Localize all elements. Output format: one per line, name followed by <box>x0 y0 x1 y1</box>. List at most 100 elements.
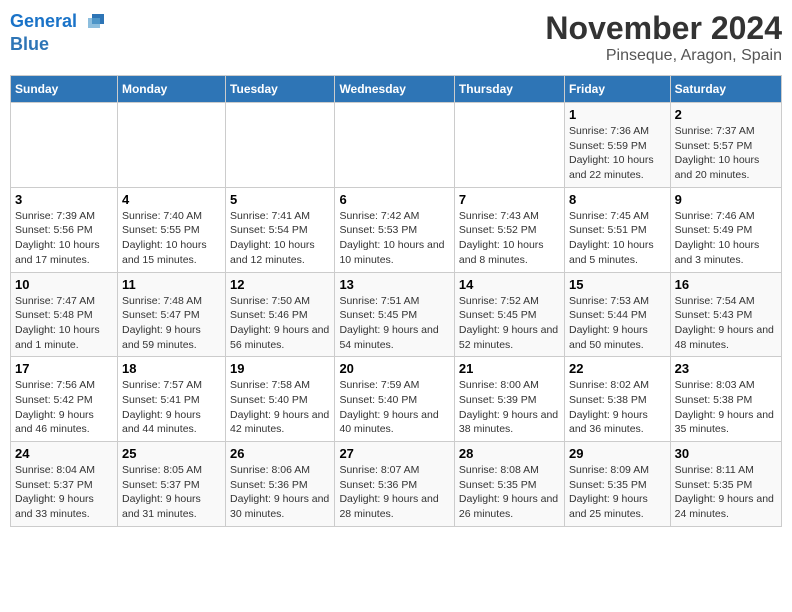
calendar-cell: 29 Sunrise: 8:09 AMSunset: 5:35 PMDayligh… <box>565 442 671 527</box>
calendar-cell: 13 Sunrise: 7:51 AMSunset: 5:45 PMDayligh… <box>335 272 454 357</box>
day-number: 30 <box>675 446 777 461</box>
day-number: 28 <box>459 446 560 461</box>
header-tuesday: Tuesday <box>226 76 335 103</box>
day-number: 22 <box>569 361 666 376</box>
calendar-cell: 10Sunrise: 7:47 AMSunset: 5:48 PMDayligh… <box>11 272 118 357</box>
day-number: 26 <box>230 446 330 461</box>
day-info: Sunrise: 7:36 AMSunset: 5:59 PMDaylight:… <box>569 124 666 183</box>
day-info: Sunrise: 8:08 AMSunset: 5:35 PMDaylight:… <box>459 463 560 522</box>
day-number: 12 <box>230 277 330 292</box>
day-number: 24 <box>15 446 113 461</box>
calendar-cell: 4 Sunrise: 7:40 AMSunset: 5:55 PMDaylight… <box>117 187 225 272</box>
day-number: 27 <box>339 446 449 461</box>
day-info: Sunrise: 7:46 AMSunset: 5:49 PMDaylight:… <box>675 209 777 268</box>
day-number: 19 <box>230 361 330 376</box>
calendar-cell <box>226 103 335 188</box>
day-number: 10 <box>15 277 113 292</box>
day-number: 5 <box>230 192 330 207</box>
day-info: Sunrise: 7:48 AMSunset: 5:47 PMDaylight:… <box>122 294 221 353</box>
logo-text: General <box>10 10 108 34</box>
day-number: 1 <box>569 107 666 122</box>
calendar-cell: 30 Sunrise: 8:11 AMSunset: 5:35 PMDayligh… <box>670 442 781 527</box>
calendar-week-2: 3 Sunrise: 7:39 AMSunset: 5:56 PMDaylight… <box>11 187 782 272</box>
day-number: 18 <box>122 361 221 376</box>
calendar-week-3: 10Sunrise: 7:47 AMSunset: 5:48 PMDayligh… <box>11 272 782 357</box>
day-number: 14 <box>459 277 560 292</box>
calendar-cell: 20Sunrise: 7:59 AMSunset: 5:40 PMDayligh… <box>335 357 454 442</box>
header-wednesday: Wednesday <box>335 76 454 103</box>
page-header: General Blue November 2024 Pinseque, Ara… <box>10 10 782 65</box>
day-number: 15 <box>569 277 666 292</box>
calendar-cell: 1 Sunrise: 7:36 AMSunset: 5:59 PMDaylight… <box>565 103 671 188</box>
day-number: 8 <box>569 192 666 207</box>
calendar-week-4: 17Sunrise: 7:56 AMSunset: 5:42 PMDayligh… <box>11 357 782 442</box>
day-info: Sunrise: 8:09 AMSunset: 5:35 PMDaylight:… <box>569 463 666 522</box>
calendar-cell: 2 Sunrise: 7:37 AMSunset: 5:57 PMDaylight… <box>670 103 781 188</box>
calendar-cell <box>454 103 564 188</box>
day-info: Sunrise: 7:53 AMSunset: 5:44 PMDaylight:… <box>569 294 666 353</box>
calendar-cell <box>117 103 225 188</box>
calendar-cell: 12 Sunrise: 7:50 AMSunset: 5:46 PMDayligh… <box>226 272 335 357</box>
calendar-cell: 21 Sunrise: 8:00 AMSunset: 5:39 PMDayligh… <box>454 357 564 442</box>
day-info: Sunrise: 7:45 AMSunset: 5:51 PMDaylight:… <box>569 209 666 268</box>
calendar-cell: 25 Sunrise: 8:05 AMSunset: 5:37 PMDayligh… <box>117 442 225 527</box>
day-number: 21 <box>459 361 560 376</box>
day-info: Sunrise: 8:06 AMSunset: 5:36 PMDaylight:… <box>230 463 330 522</box>
day-number: 16 <box>675 277 777 292</box>
day-info: Sunrise: 7:40 AMSunset: 5:55 PMDaylight:… <box>122 209 221 268</box>
day-info: Sunrise: 8:07 AMSunset: 5:36 PMDaylight:… <box>339 463 449 522</box>
day-info: Sunrise: 7:54 AMSunset: 5:43 PMDaylight:… <box>675 294 777 353</box>
day-number: 23 <box>675 361 777 376</box>
day-number: 25 <box>122 446 221 461</box>
day-number: 2 <box>675 107 777 122</box>
day-info: Sunrise: 7:42 AMSunset: 5:53 PMDaylight:… <box>339 209 449 268</box>
logo-icon <box>84 10 108 34</box>
header-friday: Friday <box>565 76 671 103</box>
calendar-cell: 14Sunrise: 7:52 AMSunset: 5:45 PMDayligh… <box>454 272 564 357</box>
calendar-cell: 6 Sunrise: 7:42 AMSunset: 5:53 PMDaylight… <box>335 187 454 272</box>
day-number: 11 <box>122 277 221 292</box>
day-number: 7 <box>459 192 560 207</box>
month-title: November 2024 <box>545 10 782 47</box>
day-number: 9 <box>675 192 777 207</box>
logo: General Blue <box>10 10 108 55</box>
calendar-cell: 19 Sunrise: 7:58 AMSunset: 5:40 PMDayligh… <box>226 357 335 442</box>
day-info: Sunrise: 7:37 AMSunset: 5:57 PMDaylight:… <box>675 124 777 183</box>
calendar-cell: 17Sunrise: 7:56 AMSunset: 5:42 PMDayligh… <box>11 357 118 442</box>
day-info: Sunrise: 8:03 AMSunset: 5:38 PMDaylight:… <box>675 378 777 437</box>
calendar-cell: 27 Sunrise: 8:07 AMSunset: 5:36 PMDayligh… <box>335 442 454 527</box>
calendar-week-1: 1 Sunrise: 7:36 AMSunset: 5:59 PMDaylight… <box>11 103 782 188</box>
day-info: Sunrise: 7:56 AMSunset: 5:42 PMDaylight:… <box>15 378 113 437</box>
day-info: Sunrise: 7:57 AMSunset: 5:41 PMDaylight:… <box>122 378 221 437</box>
calendar-cell: 24 Sunrise: 8:04 AMSunset: 5:37 PMDayligh… <box>11 442 118 527</box>
header-thursday: Thursday <box>454 76 564 103</box>
location: Pinseque, Aragon, Spain <box>545 47 782 65</box>
day-info: Sunrise: 7:50 AMSunset: 5:46 PMDaylight:… <box>230 294 330 353</box>
day-number: 3 <box>15 192 113 207</box>
day-info: Sunrise: 8:04 AMSunset: 5:37 PMDaylight:… <box>15 463 113 522</box>
day-number: 13 <box>339 277 449 292</box>
day-info: Sunrise: 7:41 AMSunset: 5:54 PMDaylight:… <box>230 209 330 268</box>
calendar-cell: 9 Sunrise: 7:46 AMSunset: 5:49 PMDaylight… <box>670 187 781 272</box>
day-info: Sunrise: 8:05 AMSunset: 5:37 PMDaylight:… <box>122 463 221 522</box>
day-info: Sunrise: 8:11 AMSunset: 5:35 PMDaylight:… <box>675 463 777 522</box>
header-sunday: Sunday <box>11 76 118 103</box>
day-number: 4 <box>122 192 221 207</box>
calendar-cell: 3 Sunrise: 7:39 AMSunset: 5:56 PMDaylight… <box>11 187 118 272</box>
calendar-table: Sunday Monday Tuesday Wednesday Thursday… <box>10 75 782 527</box>
day-info: Sunrise: 7:58 AMSunset: 5:40 PMDaylight:… <box>230 378 330 437</box>
calendar-cell <box>335 103 454 188</box>
header-saturday: Saturday <box>670 76 781 103</box>
day-info: Sunrise: 7:51 AMSunset: 5:45 PMDaylight:… <box>339 294 449 353</box>
calendar-cell: 11 Sunrise: 7:48 AMSunset: 5:47 PMDayligh… <box>117 272 225 357</box>
day-info: Sunrise: 8:00 AMSunset: 5:39 PMDaylight:… <box>459 378 560 437</box>
day-info: Sunrise: 7:39 AMSunset: 5:56 PMDaylight:… <box>15 209 113 268</box>
calendar-cell: 28 Sunrise: 8:08 AMSunset: 5:35 PMDayligh… <box>454 442 564 527</box>
day-info: Sunrise: 7:43 AMSunset: 5:52 PMDaylight:… <box>459 209 560 268</box>
day-number: 6 <box>339 192 449 207</box>
calendar-cell: 23 Sunrise: 8:03 AMSunset: 5:38 PMDayligh… <box>670 357 781 442</box>
day-number: 29 <box>569 446 666 461</box>
calendar-cell: 15 Sunrise: 7:53 AMSunset: 5:44 PMDayligh… <box>565 272 671 357</box>
calendar-cell: 16 Sunrise: 7:54 AMSunset: 5:43 PMDayligh… <box>670 272 781 357</box>
calendar-cell: 7 Sunrise: 7:43 AMSunset: 5:52 PMDaylight… <box>454 187 564 272</box>
